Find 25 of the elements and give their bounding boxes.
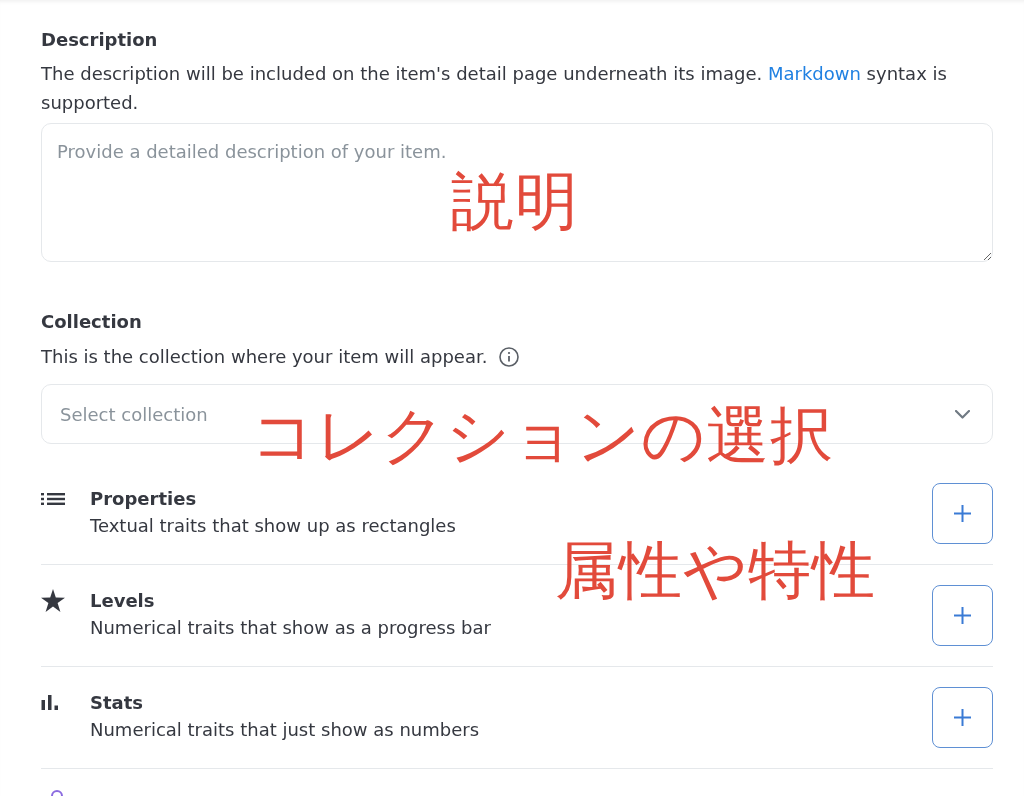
- help-text: The description will be included on the item's detail page underneath its image. Markdown syntax is supported.: [41, 62, 948, 115]
- add-button[interactable]: [932, 483, 993, 544]
- trait-title: Properties: [90, 486, 198, 511]
- trait-description: Textual traits that show up as rectangles: [90, 513, 456, 538]
- add-button[interactable]: [932, 687, 993, 748]
- markdown-link[interactable]: Markdown: [767, 63, 861, 84]
- annotation-text: 属性や特性: [555, 539, 876, 602]
- info-icon[interactable]: [499, 346, 520, 367]
- plus-icon: [954, 709, 971, 726]
- list-icon: [41, 492, 65, 505]
- bar-chart-icon: [41, 695, 59, 710]
- plus-icon: [954, 505, 971, 522]
- help-text: This is the collection where your item will appear.: [41, 345, 488, 369]
- trait-title: Levels: [90, 588, 156, 613]
- star-icon: [41, 589, 65, 612]
- trait-description: Numerical traits that just show as numbers: [90, 717, 480, 742]
- annotation-text: 説明: [451, 170, 579, 233]
- section-heading: Collection: [41, 310, 143, 334]
- section-heading: Description: [41, 28, 159, 52]
- chevron-down-icon: [955, 410, 970, 419]
- ring-icon: [50, 788, 64, 796]
- plus-icon: [954, 607, 971, 624]
- trait-title: Stats: [90, 690, 145, 715]
- add-button[interactable]: [932, 585, 993, 646]
- trait-description: Numerical traits that show as a progress bar: [90, 615, 491, 640]
